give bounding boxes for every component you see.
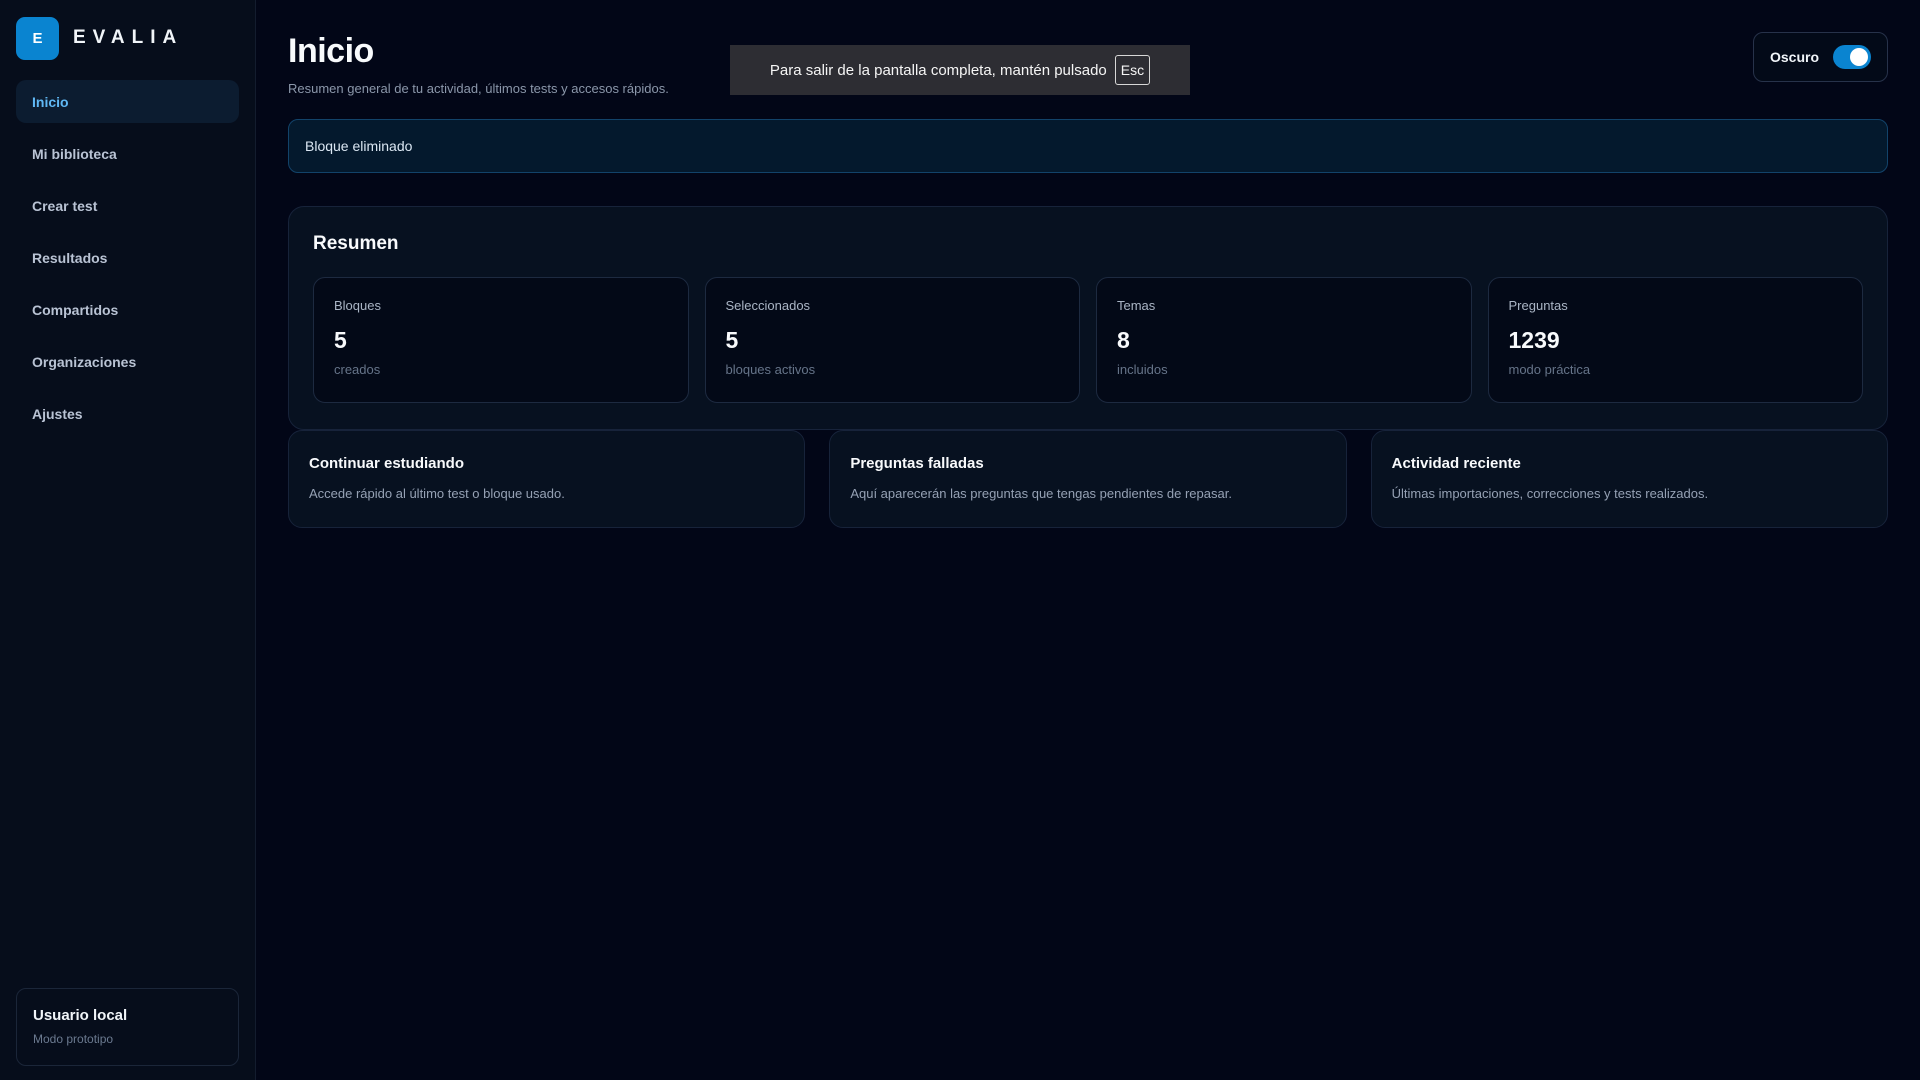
stat-card-seleccionados: Seleccionados 5 bloques activos [704,277,1080,403]
logo[interactable]: E EVALIA [16,16,239,60]
card-title: Continuar estudiando [309,455,464,472]
stat-label: Preguntas [1508,298,1568,313]
sidebar-item-label: Inicio [32,93,69,110]
card-description: Accede rápido al último test o bloque us… [309,486,565,501]
sidebar: E EVALIA Inicio Mi biblioteca Crear test… [0,0,256,1080]
status-alert: Bloque eliminado [288,119,1888,173]
sidebar-item-label: Organizaciones [32,353,137,370]
card-continuar-estudiando[interactable]: Continuar estudiando Accede rápido al úl… [288,430,806,528]
stat-sub: bloques activos [725,362,816,377]
quick-access-cards: Continuar estudiando Accede rápido al úl… [288,430,1888,528]
stat-value: 1239 [1508,327,1560,353]
stat-value: 8 [1117,327,1130,353]
alert-text: Bloque eliminado [305,138,413,154]
user-name: Usuario local [33,1007,128,1024]
sidebar-item-crear-test[interactable]: Crear test [16,184,239,227]
stat-card-bloques: Bloques 5 creados [313,277,689,403]
sidebar-nav: Inicio Mi biblioteca Crear test Resultad… [16,80,239,435]
logo-text: EVALIA [73,27,184,48]
stat-label: Temas [1117,298,1156,313]
fullscreen-exit-toast: Para salir de la pantalla completa, mant… [730,45,1190,95]
card-description: Últimas importaciones, correcciones y te… [1391,486,1709,501]
user-card[interactable]: Usuario local Modo prototipo [16,988,239,1066]
stats-grid: Bloques 5 creados Seleccionados 5 bloque… [313,277,1863,403]
stat-label: Bloques [334,298,381,313]
stat-card-temas: Temas 8 incluidos [1096,277,1472,403]
stat-card-preguntas: Preguntas 1239 modo práctica [1487,277,1863,403]
card-preguntas-falladas[interactable]: Preguntas falladas Aquí aparecerán las p… [829,430,1347,528]
fullscreen-toast-text: Para salir de la pantalla completa, mant… [769,61,1107,79]
card-actividad-reciente[interactable]: Actividad reciente Últimas importaciones… [1370,430,1888,528]
stat-label: Seleccionados [725,298,811,313]
dark-mode-switch[interactable] [1833,45,1871,69]
sidebar-item-inicio[interactable]: Inicio [16,80,239,123]
stat-value: 5 [725,327,739,353]
switch-knob [1850,48,1868,66]
sidebar-item-organizaciones[interactable]: Organizaciones [16,340,239,383]
sidebar-item-label: Compartidos [32,301,119,318]
card-description: Aquí aparecerán las preguntas que tengas… [850,486,1232,501]
card-title: Actividad reciente [1391,455,1521,472]
stat-sub: incluidos [1117,362,1168,377]
user-subtitle: Modo prototipo [33,1032,114,1046]
sidebar-item-label: Ajustes [32,405,83,422]
sidebar-item-label: Resultados [32,249,108,266]
stat-value: 5 [334,327,347,353]
esc-key-badge: Esc [1114,55,1151,85]
main-content: Inicio Resumen general de tu actividad, … [256,0,1920,1080]
stat-sub: creados [334,362,381,377]
sidebar-item-mi-biblioteca[interactable]: Mi biblioteca [16,132,239,175]
summary-panel: Resumen Bloques 5 creados Seleccionados … [288,206,1888,430]
theme-toggle[interactable]: Oscuro [1753,32,1888,82]
sidebar-item-label: Mi biblioteca [32,145,117,162]
summary-title: Resumen [313,233,399,254]
app-root: E EVALIA Inicio Mi biblioteca Crear test… [0,0,1920,1080]
sidebar-item-resultados[interactable]: Resultados [16,236,239,279]
sidebar-item-ajustes[interactable]: Ajustes [16,392,239,435]
logo-mark: E [16,16,59,60]
card-title: Preguntas falladas [850,455,984,472]
sidebar-item-compartidos[interactable]: Compartidos [16,288,239,331]
stat-sub: modo práctica [1508,362,1591,377]
sidebar-item-label: Crear test [32,197,98,214]
theme-toggle-label: Oscuro [1770,49,1820,65]
